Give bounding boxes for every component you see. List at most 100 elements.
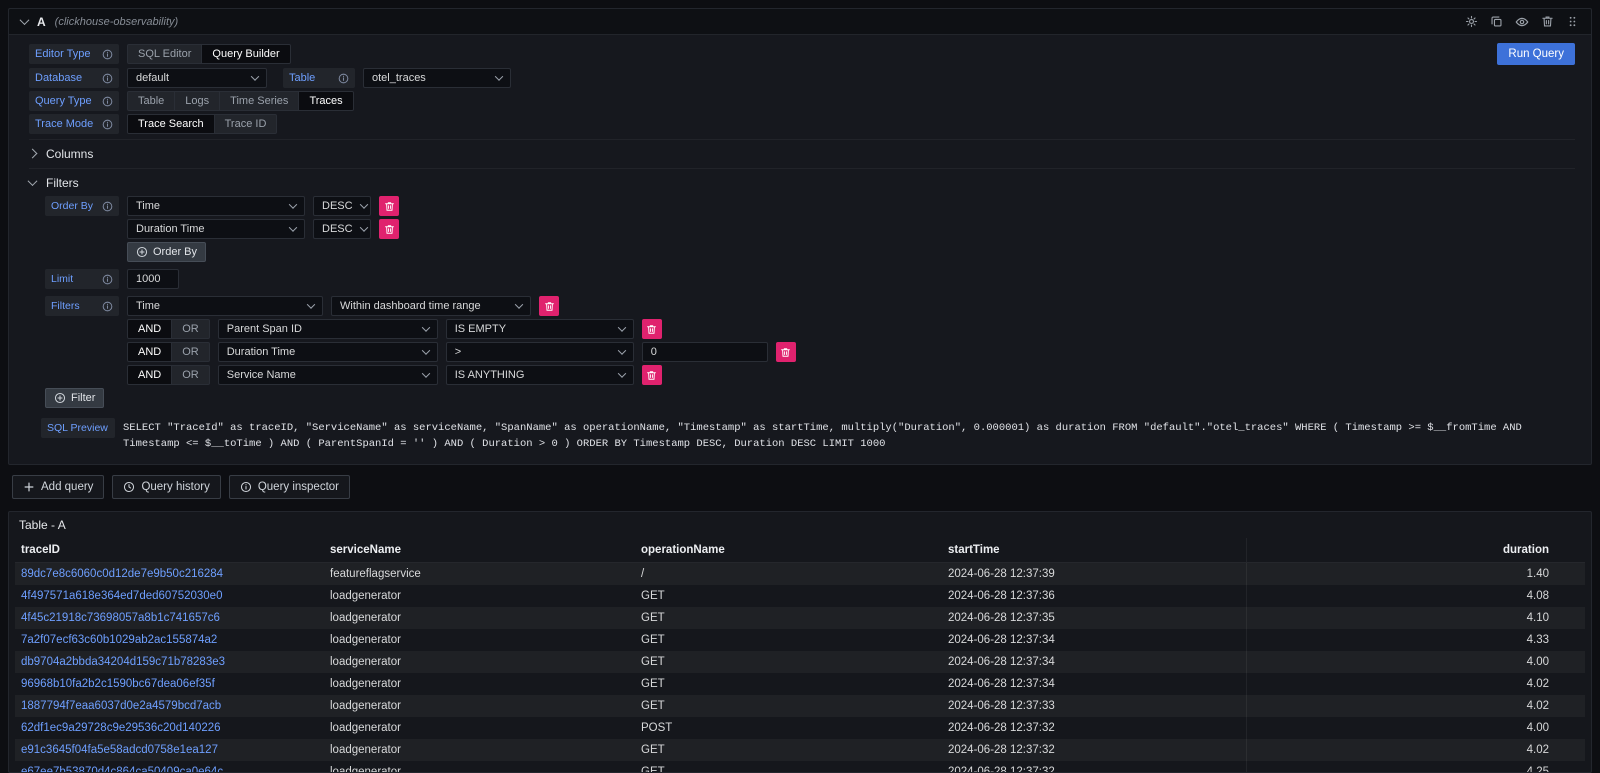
info-icon[interactable] [102, 49, 113, 60]
table-row: db9704a2bbda34204d159c71b78283e3 loadgen… [15, 651, 1585, 673]
trace-id-link[interactable]: db9704a2bbda34204d159c71b78283e3 [15, 651, 324, 673]
editor-type-option-query-builder[interactable]: Query Builder [202, 45, 289, 63]
trace-id-link[interactable]: 62df1ec9a29728c9e29536c20d140226 [15, 717, 324, 739]
column-header-starttime[interactable]: startTime [942, 538, 1246, 562]
table-select-value: otel_traces [372, 72, 426, 84]
conjunction-toggle: AND OR [127, 319, 210, 339]
query-type-toggle: Table Logs Time Series Traces [127, 91, 354, 111]
trace-id-link[interactable]: 4f497571a618e364ed7ded60752030e0 [15, 585, 324, 607]
filter-value-input[interactable] [642, 342, 768, 362]
operation-name-cell: GET [635, 761, 942, 772]
editor-type-option-sql-editor[interactable]: SQL Editor [128, 45, 202, 63]
conjunction-option-or[interactable]: OR [172, 343, 209, 361]
info-icon[interactable] [102, 96, 113, 107]
order-by-direction-select[interactable]: DESC [313, 196, 371, 216]
service-name-cell: loadgenerator [324, 673, 635, 695]
table-select[interactable]: otel_traces [363, 68, 511, 88]
query-actions [1465, 15, 1579, 29]
query-type-option-traces[interactable]: Traces [299, 92, 352, 110]
order-by-field-select[interactable]: Time [127, 196, 305, 216]
panel-title-text: Table - A [19, 518, 66, 532]
remove-order-by-button[interactable] [379, 219, 399, 239]
column-header-servicename[interactable]: serviceName [324, 538, 635, 562]
filter-field-select[interactable]: Duration Time [218, 342, 438, 362]
operation-name-cell: GET [635, 651, 942, 673]
trace-id-link[interactable]: 96968b10fa2b2c1590bc67dea06ef35f [15, 673, 324, 695]
collapse-query-chevron-icon[interactable] [20, 15, 30, 25]
filter-field-select[interactable]: Service Name [218, 365, 438, 385]
conjunction-option-or[interactable]: OR [172, 320, 209, 338]
filter-condition-row-1: AND OR Parent Span ID IS EMPTY [127, 319, 1575, 339]
trace-id-link[interactable]: e91c3645f04fa5e58adcd0758e1ea127 [15, 739, 324, 761]
remove-filter-button[interactable] [776, 342, 796, 362]
trace-mode-option-trace-id[interactable]: Trace ID [215, 115, 277, 133]
duplicate-icon[interactable] [1490, 15, 1503, 28]
database-select[interactable]: default [127, 68, 267, 88]
remove-filter-button[interactable] [539, 296, 559, 316]
trace-id-link[interactable]: 1887794f7eaa6037d0e2a4579bcd7acb [15, 695, 324, 717]
conjunction-option-and[interactable]: AND [128, 366, 172, 384]
query-inspector-button[interactable]: Query inspector [229, 475, 350, 499]
column-header-operationname[interactable]: operationName [635, 538, 942, 562]
info-icon[interactable] [102, 301, 113, 312]
query-type-option-table[interactable]: Table [128, 92, 175, 110]
conjunction-option-and[interactable]: AND [128, 343, 172, 361]
filters-section-toggle[interactable]: Filters [29, 168, 1575, 192]
order-by-field-select[interactable]: Duration Time [127, 219, 305, 239]
trash-icon[interactable] [1541, 15, 1554, 28]
filter-field-select[interactable]: Parent Span ID [218, 319, 438, 339]
chevron-down-icon [617, 346, 625, 354]
query-history-button[interactable]: Query history [112, 475, 220, 499]
columns-section-toggle[interactable]: Columns [29, 139, 1575, 163]
query-type-option-logs[interactable]: Logs [175, 92, 220, 110]
filter-operator-select[interactable]: > [446, 342, 634, 362]
add-order-by-button[interactable]: Order By [127, 242, 206, 262]
conjunction-option-and[interactable]: AND [128, 320, 172, 338]
order-by-label: Order By [45, 196, 119, 216]
filter-operator-select[interactable]: IS EMPTY [446, 319, 634, 339]
table-row: 7a2f07ecf63c60b1029ab2ac155874a2 loadgen… [15, 629, 1585, 651]
order-by-direction-select[interactable]: DESC [313, 219, 371, 239]
info-icon[interactable] [102, 201, 113, 212]
duration-cell: 4.08 [1246, 585, 1585, 607]
drag-handle-icon[interactable] [1566, 15, 1579, 28]
remove-filter-button[interactable] [642, 319, 662, 339]
trace-id-link[interactable]: e67ee7b53870d4c864ca50409ca0e64c [15, 761, 324, 772]
trace-id-link[interactable]: 7a2f07ecf63c60b1029ab2ac155874a2 [15, 629, 324, 651]
info-circle-icon [240, 481, 252, 493]
filter-operator-select[interactable]: IS ANYTHING [446, 365, 634, 385]
query-type-option-time-series[interactable]: Time Series [220, 92, 299, 110]
filter-field-select[interactable]: Time [127, 296, 323, 316]
info-icon[interactable] [338, 73, 349, 84]
table-row: 4f45c21918c73698057a8b1c741657c6 loadgen… [15, 607, 1585, 629]
filter-condition-row-3: AND OR Service Name IS ANYTHING [127, 365, 1575, 385]
limit-input[interactable] [127, 269, 179, 289]
page: A (clickhouse-observability) [0, 0, 1600, 773]
query-type-row: Query Type Table Logs Time Series Traces [29, 91, 1575, 111]
conjunction-option-or[interactable]: OR [172, 366, 209, 384]
duration-cell: 1.40 [1246, 563, 1585, 585]
filter-operator-select[interactable]: Within dashboard time range [331, 296, 531, 316]
trace-id-link[interactable]: 4f45c21918c73698057a8b1c741657c6 [15, 607, 324, 629]
column-header-traceid[interactable]: traceID [15, 538, 324, 562]
query-toolbar: Add query Query history Query inspector [12, 475, 1588, 499]
panel-title[interactable]: Table - A [9, 512, 1591, 538]
eye-icon[interactable] [1515, 15, 1529, 29]
info-icon[interactable] [102, 73, 113, 84]
run-query-button[interactable]: Run Query [1497, 43, 1575, 65]
remove-order-by-button[interactable] [379, 196, 399, 216]
columns-section-label: Columns [46, 147, 93, 161]
query-history-label: Query history [141, 481, 209, 493]
trace-mode-option-trace-search[interactable]: Trace Search [128, 115, 215, 133]
column-header-duration[interactable]: duration [1246, 538, 1585, 562]
add-filter-button[interactable]: Filter [45, 388, 104, 408]
gear-icon[interactable] [1465, 15, 1478, 28]
info-icon[interactable] [102, 119, 113, 130]
trace-id-link[interactable]: 89dc7e8c6060c0d12de7e9b50c216284 [15, 563, 324, 585]
info-icon[interactable] [102, 274, 113, 285]
add-query-button[interactable]: Add query [12, 475, 104, 499]
trace-mode-label: Trace Mode [29, 114, 119, 134]
chevron-down-icon [421, 346, 429, 354]
remove-filter-button[interactable] [642, 365, 662, 385]
filters-time-row: Filters Time Within dashboard time range [45, 296, 1575, 316]
